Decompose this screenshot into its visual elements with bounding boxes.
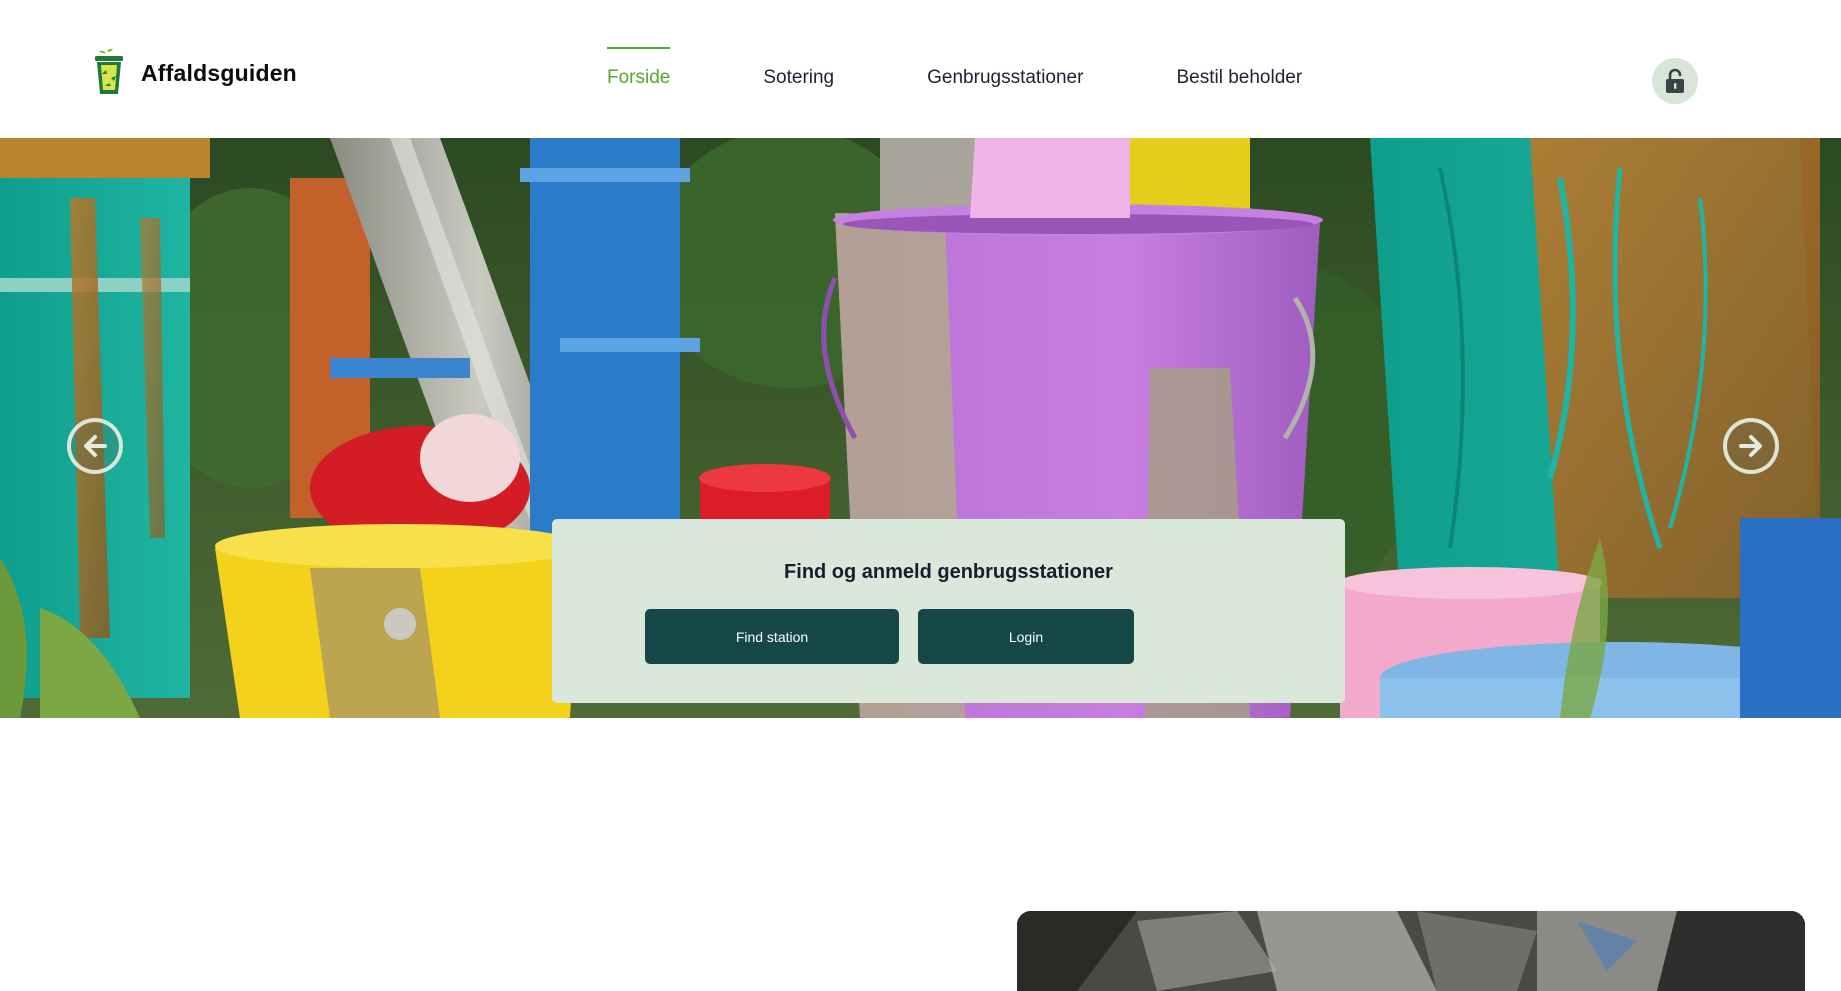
recycle-bin-icon (95, 48, 123, 94)
nav-item-bestil-beholder[interactable]: Bestil beholder (1176, 47, 1302, 107)
brand-logo[interactable]: Affaldsguiden (93, 46, 297, 100)
brand-name: Affaldsguiden (141, 59, 297, 86)
recycling-photo (1017, 911, 1805, 991)
login-lock-button[interactable] (1652, 58, 1698, 104)
feature-image-card (1017, 911, 1805, 991)
nav-item-forside[interactable]: Forside (607, 47, 671, 107)
arrow-left-icon (84, 435, 107, 457)
site-header: Affaldsguiden Forside Sotering Genbrugss… (0, 0, 1841, 138)
cta-title: Find og anmeld genbrugsstationer (784, 561, 1113, 583)
lock-icon (1666, 68, 1684, 93)
hero-cta-panel: Find og anmeld genbrugsstationer Find st… (552, 519, 1345, 703)
nav-item-sotering[interactable]: Sotering (763, 47, 834, 107)
nav-item-genbrugsstationer[interactable]: Genbrugsstationer (927, 47, 1083, 107)
main-nav: Forside Sotering Genbrugsstationer Besti… (607, 47, 1302, 107)
carousel-prev-button[interactable] (67, 418, 123, 474)
find-station-button[interactable]: Find station (645, 609, 899, 664)
login-button[interactable]: Login (918, 609, 1134, 664)
carousel-next-button[interactable] (1723, 418, 1779, 474)
arrow-right-icon (1739, 435, 1762, 457)
